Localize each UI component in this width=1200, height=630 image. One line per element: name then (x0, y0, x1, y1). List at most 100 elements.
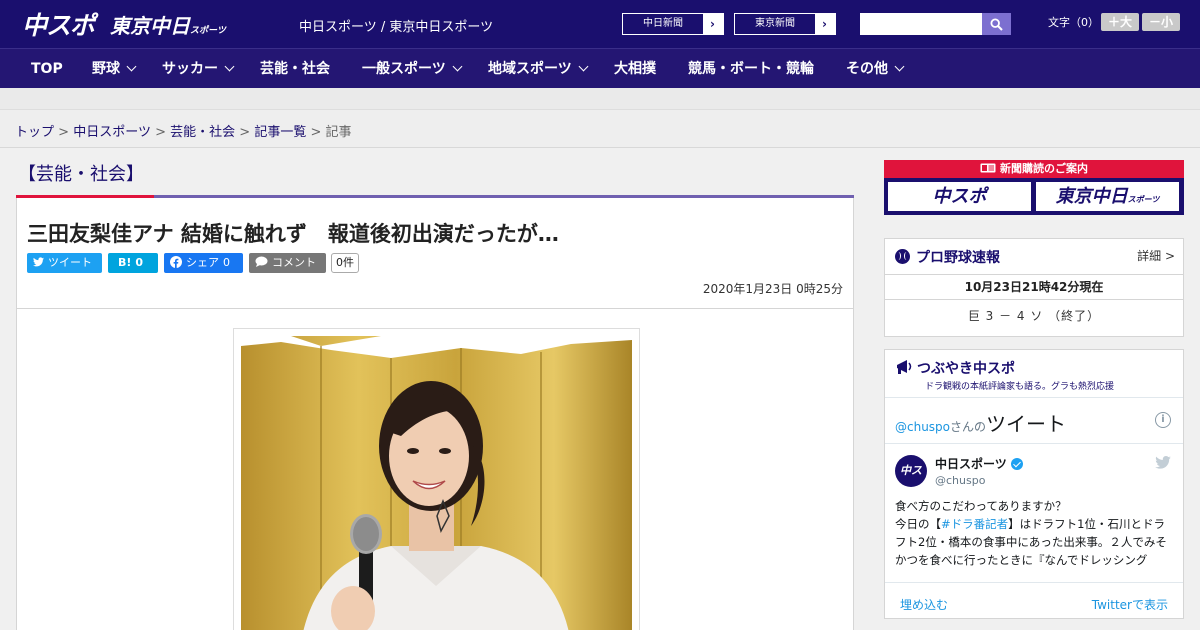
twitter-bird-icon[interactable] (1155, 456, 1171, 469)
hashtag-link[interactable]: #ドラ番記者 (941, 517, 1008, 531)
nav-sumo[interactable]: 大相撲 (614, 49, 656, 89)
nav-entertainment[interactable]: 芸能・社会 (260, 49, 330, 89)
megaphone-icon (897, 360, 912, 374)
nav-baseball-label: 野球 (92, 61, 120, 77)
nav-soccer-label: サッカー (162, 61, 218, 77)
tweets-title: つぶやき中スポ (895, 358, 1015, 378)
subscription-header: 新聞購読のご案内 (884, 160, 1184, 178)
speech-bubble-icon (255, 256, 268, 267)
tweet-text-line: 今日の【#ドラ番記者】はドラフト1位・石川とドラフト2位・橋本の食事中にあった出… (895, 515, 1175, 569)
tweet-label: ツイート (48, 256, 92, 269)
site-logo[interactable]: 中スポ (22, 6, 95, 42)
tokyo-chunichi-logo-text: 東京中日 (110, 14, 190, 38)
verified-icon (1010, 458, 1023, 470)
nav-soccer[interactable]: サッカー (162, 49, 235, 89)
nav-local-sports[interactable]: 地域スポーツ (488, 49, 589, 89)
subscription-banner[interactable]: 新聞購読のご案内 中スポ 東京中日スポーツ (884, 160, 1184, 215)
font-decrease-button[interactable]: －小 (1142, 13, 1180, 31)
breadcrumb-separator: > (239, 125, 251, 140)
chevron-right-icon: › (822, 17, 827, 31)
facebook-share-label: シェア (186, 256, 219, 269)
nav-general-sports-label: 一般スポーツ (362, 61, 446, 77)
top-bar: 中スポ 東京中日スポーツ 中日スポーツ / 東京中日スポーツ 中日新聞 › 東京… (0, 0, 1200, 48)
font-increase-button[interactable]: ＋大 (1101, 13, 1139, 31)
article-photo[interactable] (241, 336, 632, 630)
chevron-down-icon (452, 61, 463, 72)
article: 三田友梨佳アナ 結婚に触れず 報道後初出演だったが… ツイート B! 0 シェア 0… (16, 198, 854, 630)
twitter-widget-title: ツイート (986, 412, 1067, 436)
tweets-subtitle: ドラ観戦の本紙評論家も語る。グラも熱烈応援 (925, 382, 1115, 392)
article-photo-frame (233, 328, 640, 630)
hatena-bookmark-icon: B! (118, 256, 132, 269)
subscription-chuspo-logo: 中スポ (888, 182, 1031, 211)
chevron-right-icon: › (710, 17, 715, 31)
baseball-icon (895, 249, 910, 264)
nav-racing-label: 競馬・ボート・競輪 (688, 61, 814, 77)
article-photo-image (241, 336, 632, 630)
twitter-widget-header: @chuspoさんのツイート (895, 408, 1066, 437)
breadcrumb-entertainment[interactable]: 芸能・社会 (170, 125, 235, 140)
subscription-tokyo-logo-text: 東京中日 (1055, 186, 1128, 207)
newspaper-icon (980, 163, 996, 173)
tweet-text: 食べ方のこだわってありますか？ 今日の【#ドラ番記者】はドラフト1位・石川とドラ… (895, 497, 1175, 569)
chunichi-shimbun-label: 中日新聞 (623, 14, 703, 34)
search-input[interactable] (860, 13, 982, 35)
avatar[interactable]: 中スポ (895, 455, 927, 509)
twitter-widget-footer: 埋め込む Twitterで表示 (885, 582, 1183, 623)
view-on-twitter-link[interactable]: Twitterで表示 (1092, 596, 1168, 613)
baseball-scores-title-label: プロ野球速報 (916, 250, 1000, 266)
article-date: 2020年1月23日 0時25分 (702, 282, 843, 296)
score-timestamp: 10月23日21時42分現在 (885, 274, 1183, 300)
baseball-scores: プロ野球速報 詳細 > 10月23日21時42分現在 巨 3 － 4 ソ （終了… (884, 238, 1184, 337)
tweet-author-name-label: 中日スポーツ (935, 457, 1007, 471)
nav-other[interactable]: その他 (846, 49, 905, 89)
info-icon[interactable]: i (1155, 412, 1171, 428)
tweet-text-line: 食べ方のこだわってありますか？ (895, 499, 1067, 513)
breadcrumb-bar: トップ > 中日スポーツ > 芸能・社会 > 記事一覧 > 記事 (0, 110, 1200, 148)
ad-strip (0, 88, 1200, 110)
twitter-widget-san: さんの (950, 420, 987, 434)
chunichi-shimbun-button[interactable]: 中日新聞 › (622, 13, 724, 35)
nav-general-sports[interactable]: 一般スポーツ (362, 49, 463, 89)
hatena-count: 0 (135, 256, 144, 269)
font-size-label: 文字（0） (1048, 16, 1099, 29)
site-links[interactable]: 中日スポーツ / 東京中日スポーツ (299, 16, 493, 35)
twitter-bird-icon (33, 257, 44, 267)
baseball-detail-link[interactable]: 詳細 > (1137, 247, 1175, 264)
twitter-widget-divider (885, 443, 1183, 444)
comment-count: 0件 (331, 253, 359, 273)
comment-button[interactable]: コメント (249, 253, 326, 273)
embed-link[interactable]: 埋め込む (900, 596, 948, 613)
chevron-down-icon (894, 61, 905, 72)
breadcrumb-current: 記事 (325, 125, 352, 140)
hatena-bookmark-button[interactable]: B! 0 (108, 253, 158, 273)
tokyo-shimbun-button[interactable]: 東京新聞 › (734, 13, 836, 35)
breadcrumb: トップ > 中日スポーツ > 芸能・社会 > 記事一覧 > 記事 (15, 121, 352, 140)
tweet-author-name[interactable]: 中日スポーツ (935, 455, 1023, 472)
score-line[interactable]: 巨 3 － 4 ソ （終了） (885, 307, 1183, 324)
twitter-widget-handle[interactable]: @chuspo (895, 420, 950, 434)
nav-top-label: TOP (31, 61, 63, 77)
nav-baseball[interactable]: 野球 (92, 49, 137, 89)
tokyo-chunichi-logo[interactable]: 東京中日スポーツ (110, 10, 226, 39)
breadcrumb-chunichi-sports[interactable]: 中日スポーツ (73, 125, 151, 140)
nav-top[interactable]: TOP (31, 49, 63, 89)
facebook-share-button[interactable]: シェア 0 (164, 253, 243, 273)
chevron-down-icon (578, 61, 589, 72)
breadcrumb-article-list[interactable]: 記事一覧 (254, 125, 306, 140)
facebook-count: 0 (223, 256, 230, 269)
nav-sumo-label: 大相撲 (614, 61, 656, 77)
nav-entertainment-label: 芸能・社会 (260, 61, 330, 77)
subscription-header-label: 新聞購読のご案内 (1000, 162, 1088, 175)
article-headline: 三田友梨佳アナ 結婚に触れず 報道後初出演だったが… (27, 222, 559, 246)
tokyo-chunichi-logo-small: スポーツ (190, 26, 226, 36)
tweet-button[interactable]: ツイート (27, 253, 102, 273)
tweet-text-part: 今日の【 (895, 517, 941, 531)
nav-racing[interactable]: 競馬・ボート・競輪 (688, 49, 814, 89)
tweets-title-label: つぶやき中スポ (917, 361, 1015, 377)
section-title: 【芸能・社会】 (18, 164, 144, 185)
main-nav: TOP 野球 サッカー 芸能・社会 一般スポーツ 地域スポーツ 大相撲 競馬・ボ… (0, 48, 1200, 88)
tweet-author-handle[interactable]: @chuspo (935, 474, 985, 487)
search-button[interactable] (982, 13, 1011, 35)
breadcrumb-top[interactable]: トップ (15, 125, 54, 140)
